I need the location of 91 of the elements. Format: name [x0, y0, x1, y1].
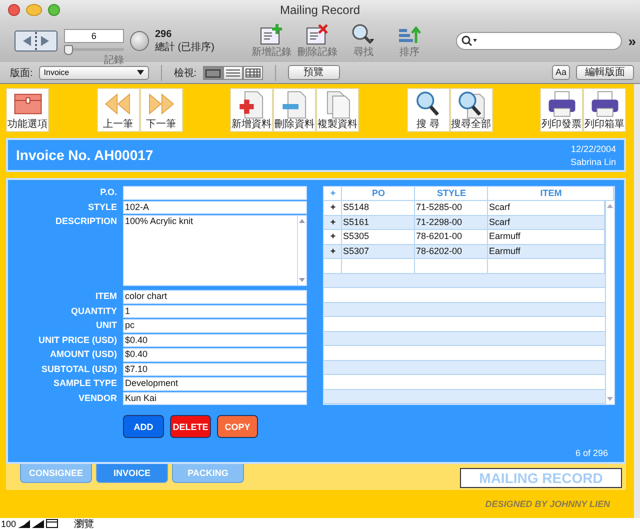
search-field[interactable] [456, 32, 622, 50]
field-label: DESCRIPTION [54, 215, 117, 228]
form-button[interactable]: 刪除資料 [273, 88, 316, 132]
input-field[interactable]: Kun Kai [123, 392, 307, 405]
minimize-button[interactable] [26, 4, 42, 16]
field-label: QUANTITY [70, 304, 117, 318]
table-cell: S5307 [342, 244, 415, 259]
zoom-level[interactable]: 100 [1, 518, 16, 528]
form-button[interactable]: 列印箱單 [583, 88, 626, 132]
add-button[interactable]: ADD [123, 415, 164, 438]
record-count: 296 [155, 28, 173, 40]
overflow-button[interactable]: » [628, 33, 636, 49]
field-label: VENDOR [77, 392, 117, 404]
scroll-down-icon [299, 278, 305, 282]
column-header: ITEM [488, 187, 614, 201]
count-label: 總計 (已排序) [155, 40, 214, 54]
description-field[interactable]: 100% Acrylic knit [123, 215, 307, 286]
field-label: SAMPLE TYPE [52, 377, 117, 390]
scroll-up-icon [607, 204, 613, 208]
search-icon [461, 35, 478, 47]
record-navigator[interactable] [14, 30, 58, 52]
input-field[interactable]: 1 [123, 304, 307, 318]
add-record-icon [259, 23, 284, 45]
field-label: STYLE [86, 200, 117, 214]
view-label: 檢視: [174, 66, 197, 80]
table-cell: S5161 [342, 216, 415, 230]
input-field[interactable] [123, 186, 307, 200]
invoice-title: Invoice No. AH00017 [16, 147, 154, 163]
form-button[interactable]: 新增資料 [230, 88, 273, 132]
add-row-button[interactable]: + [324, 244, 342, 259]
column-header: + [324, 187, 342, 201]
delete-button[interactable]: DELETE [170, 415, 211, 438]
window-title: Mailing Record [280, 3, 360, 17]
caret-icon [136, 70, 144, 75]
field-label: P.O. [99, 186, 117, 199]
form-button[interactable]: 下一筆 [140, 88, 182, 132]
form-button[interactable]: 功能選項 [6, 88, 49, 132]
column-header: STYLE [415, 187, 488, 201]
input-field[interactable]: pc [123, 319, 307, 332]
edit-layout-button[interactable]: 編輯版面 [576, 65, 634, 80]
list-view-icon [224, 68, 241, 78]
table-cell: 78-6202-00 [415, 244, 488, 259]
table-view-icon [244, 68, 261, 78]
field-label: UNIT PRICE (USD) [38, 334, 117, 347]
invoice-date: 12/22/2004 [570, 144, 616, 154]
form-button[interactable]: 搜 尋 [406, 88, 450, 132]
logo-text: MAILING RECORD [460, 468, 622, 488]
scroll-down-icon [607, 397, 613, 401]
delete-record-icon [305, 23, 330, 45]
field-label: ITEM [94, 290, 117, 303]
input-field[interactable]: 102-A [123, 200, 307, 214]
close-button[interactable] [8, 4, 20, 16]
layout-label: 版面: [10, 66, 33, 80]
input-field[interactable]: $0.40 [123, 334, 307, 347]
table-cell: Scarf [488, 216, 605, 230]
text-format-button[interactable]: Aa [552, 65, 570, 80]
scrollbar[interactable] [297, 216, 306, 285]
field-label: AMOUNT (USD) [49, 348, 117, 361]
record-label: 記錄 [103, 54, 125, 66]
input-field[interactable]: $7.10 [123, 362, 307, 376]
column-header: PO [342, 187, 415, 201]
search-icon [351, 23, 376, 45]
input-field[interactable]: $0.40 [123, 348, 307, 362]
view-button[interactable] [222, 66, 243, 80]
field-label: SUBTOTAL (USD) [40, 362, 117, 376]
mode-label: 瀏覽 [74, 518, 94, 529]
form-button[interactable]: 列印發票 [540, 88, 583, 132]
zoom-button[interactable] [48, 4, 60, 16]
form-button[interactable]: 搜尋全部 [450, 88, 492, 132]
scrollbar[interactable] [605, 201, 614, 404]
table-cell: 71-2298-00 [415, 216, 488, 230]
layout-name: Invoice [44, 68, 70, 77]
form-view-icon [204, 68, 221, 78]
record-position: 6 of 296 [575, 448, 608, 458]
view-button[interactable] [202, 66, 223, 80]
preview-button[interactable]: 預覽 [288, 65, 340, 80]
input-field[interactable]: color chart [123, 290, 307, 304]
form-button[interactable]: 上一筆 [96, 88, 140, 132]
status-area-icon [46, 519, 58, 528]
add-row-button[interactable]: + [324, 216, 342, 230]
layout-dropdown[interactable]: Invoice [38, 66, 149, 80]
table-cell: Earmuff [488, 244, 605, 259]
user-name: Sabrina Lin [570, 156, 616, 166]
view-button[interactable] [242, 66, 263, 80]
record-pie-icon [130, 31, 149, 51]
scroll-up-icon [299, 219, 305, 223]
record-number-field[interactable]: 6 [64, 28, 124, 42]
input-field[interactable]: Development [123, 377, 307, 390]
credit-text: DESIGNED BY JOHNNY LIEN [485, 499, 610, 509]
form-button[interactable]: 複製資料 [316, 88, 359, 132]
field-label: UNIT [95, 319, 117, 332]
